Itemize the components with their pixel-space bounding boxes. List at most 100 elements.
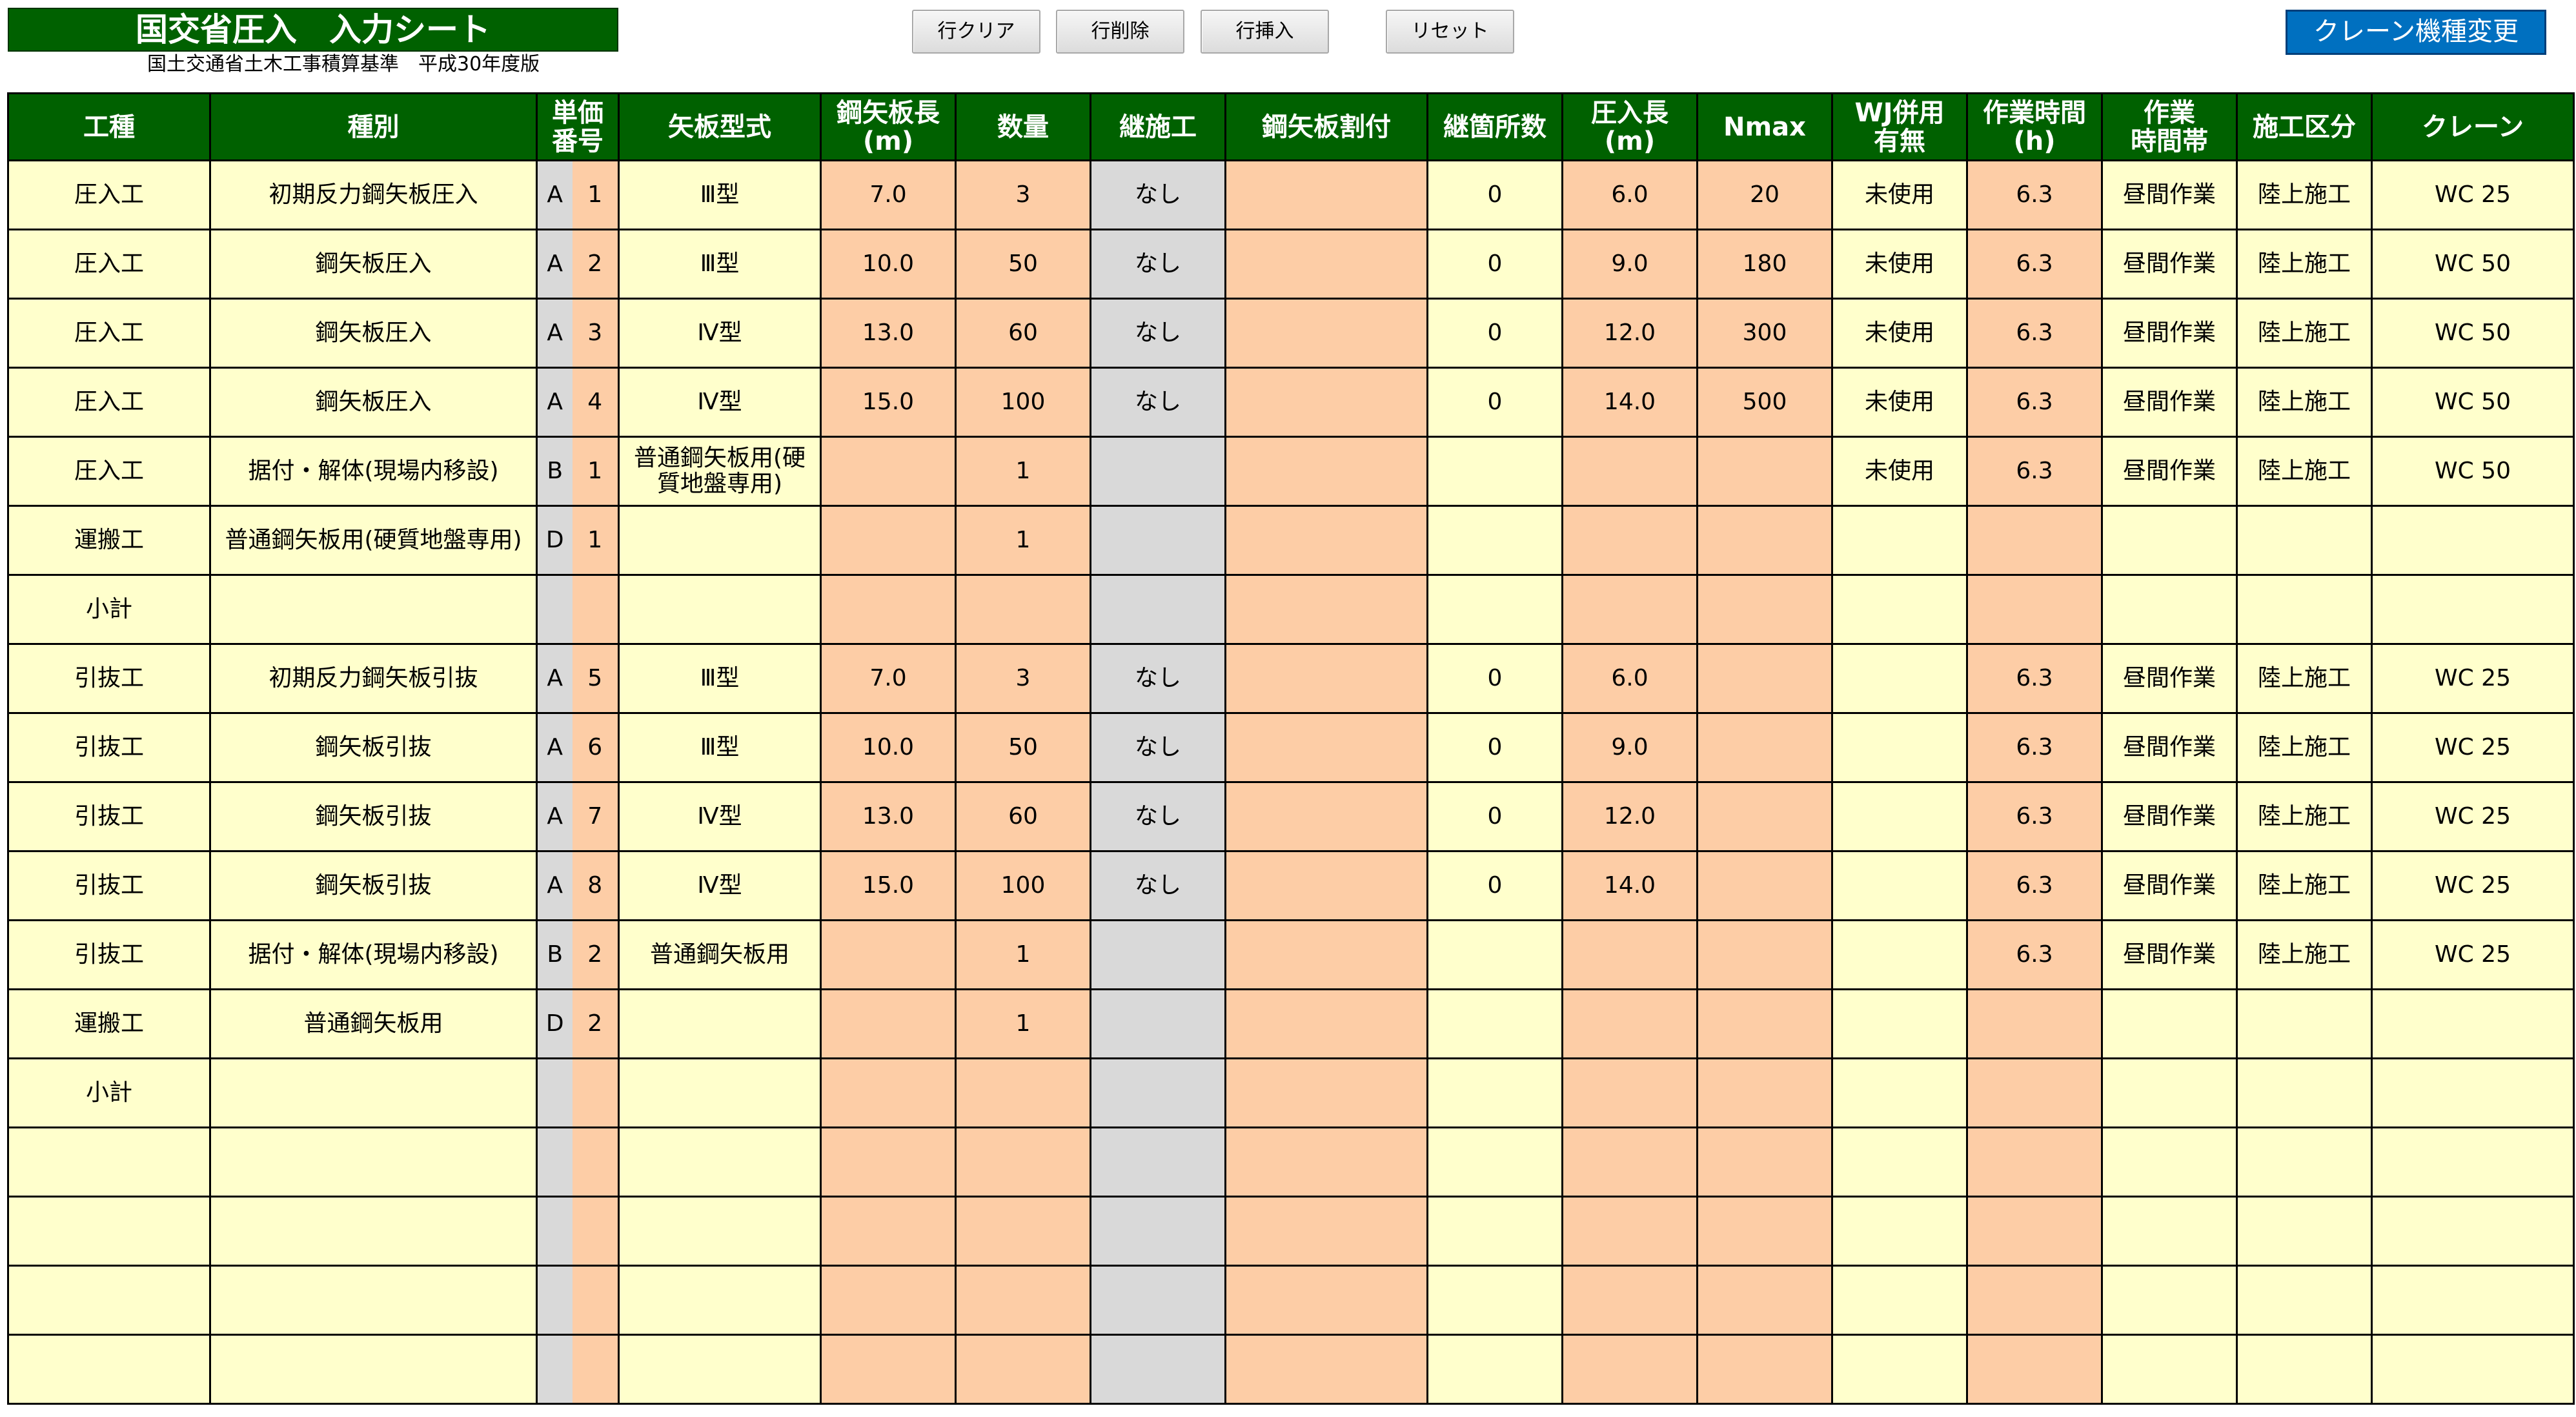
cell-waritsuke[interactable]: [1224, 643, 1428, 714]
cell-length[interactable]: [820, 1334, 957, 1405]
cell-shubetsu[interactable]: 鋼矢板圧入: [209, 367, 538, 438]
cell-kata[interactable]: [618, 574, 822, 645]
cell-waritsuke[interactable]: [1224, 1265, 1428, 1336]
cell-tsugi[interactable]: [1090, 1057, 1226, 1128]
cell-kasho[interactable]: 0: [1426, 712, 1563, 783]
cell-shubetsu[interactable]: 初期反力鋼矢板引抜: [209, 643, 538, 714]
cell-hours[interactable]: 6.3: [1966, 436, 2103, 507]
cell-wj[interactable]: 未使用: [1831, 436, 1968, 507]
cell-code-num[interactable]: 2: [572, 919, 620, 990]
crane-change-button[interactable]: クレーン機種変更: [2286, 10, 2546, 55]
cell-shubetsu[interactable]: 鋼矢板圧入: [209, 298, 538, 369]
cell-tsugi[interactable]: [1090, 1265, 1226, 1336]
cell-code-num[interactable]: [572, 574, 620, 645]
cell-qty[interactable]: 100: [955, 367, 1091, 438]
cell-nmax[interactable]: 20: [1696, 159, 1833, 230]
cell-jikantai[interactable]: 昼間作業: [2101, 436, 2238, 507]
cell-waritsuke[interactable]: [1224, 1196, 1428, 1267]
cell-kasho[interactable]: [1426, 505, 1563, 576]
cell-atsunyu[interactable]: [1561, 1265, 1698, 1336]
cell-waritsuke[interactable]: [1224, 436, 1428, 507]
cell-waritsuke[interactable]: [1224, 298, 1428, 369]
cell-crane[interactable]: WC 25: [2371, 712, 2575, 783]
cell-length[interactable]: [820, 574, 957, 645]
cell-kubun[interactable]: 陸上施工: [2236, 436, 2373, 507]
cell-atsunyu[interactable]: [1561, 988, 1698, 1059]
cell-code-num[interactable]: 1: [572, 505, 620, 576]
cell-koushu[interactable]: [7, 1334, 211, 1405]
cell-hours[interactable]: 6.3: [1966, 298, 2103, 369]
cell-tsugi[interactable]: なし: [1090, 298, 1226, 369]
cell-nmax[interactable]: [1696, 505, 1833, 576]
cell-code-num[interactable]: 6: [572, 712, 620, 783]
cell-code-letter[interactable]: A: [536, 643, 573, 714]
cell-kasho[interactable]: 0: [1426, 781, 1563, 852]
cell-kasho[interactable]: 0: [1426, 367, 1563, 438]
cell-code-num[interactable]: 1: [572, 436, 620, 507]
cell-kubun[interactable]: [2236, 1057, 2373, 1128]
cell-crane[interactable]: WC 25: [2371, 919, 2575, 990]
cell-shubetsu[interactable]: [209, 1265, 538, 1336]
cell-kata[interactable]: Ⅳ型: [618, 367, 822, 438]
cell-atsunyu[interactable]: [1561, 436, 1698, 507]
cell-tsugi[interactable]: [1090, 436, 1226, 507]
cell-waritsuke[interactable]: [1224, 574, 1428, 645]
cell-koushu[interactable]: 圧入工: [7, 298, 211, 369]
cell-crane[interactable]: [2371, 505, 2575, 576]
cell-waritsuke[interactable]: [1224, 712, 1428, 783]
cell-kasho[interactable]: [1426, 574, 1563, 645]
cell-atsunyu[interactable]: 6.0: [1561, 159, 1698, 230]
cell-nmax[interactable]: [1696, 574, 1833, 645]
cell-crane[interactable]: [2371, 988, 2575, 1059]
cell-nmax[interactable]: [1696, 988, 1833, 1059]
cell-wj[interactable]: [1831, 1265, 1968, 1336]
cell-waritsuke[interactable]: [1224, 919, 1428, 990]
cell-wj[interactable]: [1831, 781, 1968, 852]
cell-crane[interactable]: WC 25: [2371, 159, 2575, 230]
cell-code-num[interactable]: [572, 1196, 620, 1267]
cell-code-letter[interactable]: [536, 574, 573, 645]
cell-kata[interactable]: [618, 1126, 822, 1198]
cell-wj[interactable]: 未使用: [1831, 298, 1968, 369]
cell-kasho[interactable]: 0: [1426, 298, 1563, 369]
cell-waritsuke[interactable]: [1224, 1334, 1428, 1405]
cell-kasho[interactable]: [1426, 919, 1563, 990]
cell-koushu[interactable]: [7, 1126, 211, 1198]
cell-code-num[interactable]: [572, 1334, 620, 1405]
cell-hours[interactable]: 6.3: [1966, 159, 2103, 230]
cell-kasho[interactable]: [1426, 436, 1563, 507]
cell-code-letter[interactable]: [536, 1265, 573, 1336]
cell-qty[interactable]: [955, 1334, 1091, 1405]
cell-atsunyu[interactable]: 12.0: [1561, 298, 1698, 369]
cell-crane[interactable]: WC 50: [2371, 229, 2575, 300]
cell-kubun[interactable]: 陸上施工: [2236, 159, 2373, 230]
cell-jikantai[interactable]: [2101, 1265, 2238, 1336]
cell-shubetsu[interactable]: [209, 1126, 538, 1198]
cell-jikantai[interactable]: 昼間作業: [2101, 159, 2238, 230]
cell-jikantai[interactable]: [2101, 1057, 2238, 1128]
cell-atsunyu[interactable]: 9.0: [1561, 229, 1698, 300]
cell-shubetsu[interactable]: [209, 574, 538, 645]
cell-hours[interactable]: 6.3: [1966, 712, 2103, 783]
cell-tsugi[interactable]: なし: [1090, 643, 1226, 714]
cell-crane[interactable]: WC 50: [2371, 367, 2575, 438]
cell-kasho[interactable]: [1426, 988, 1563, 1059]
cell-code-letter[interactable]: A: [536, 712, 573, 783]
cell-length[interactable]: 10.0: [820, 229, 957, 300]
cell-length[interactable]: 15.0: [820, 850, 957, 921]
cell-kata[interactable]: Ⅲ型: [618, 229, 822, 300]
cell-hours[interactable]: [1966, 574, 2103, 645]
cell-kata[interactable]: [618, 1265, 822, 1336]
cell-crane[interactable]: WC 25: [2371, 781, 2575, 852]
cell-nmax[interactable]: [1696, 919, 1833, 990]
cell-hours[interactable]: 6.3: [1966, 850, 2103, 921]
cell-atsunyu[interactable]: [1561, 1334, 1698, 1405]
row-clear-button[interactable]: 行クリア: [912, 10, 1040, 54]
cell-hours[interactable]: [1966, 1126, 2103, 1198]
cell-hours[interactable]: [1966, 988, 2103, 1059]
cell-koushu[interactable]: 引抜工: [7, 712, 211, 783]
cell-koushu[interactable]: 運搬工: [7, 988, 211, 1059]
cell-length[interactable]: [820, 436, 957, 507]
cell-hours[interactable]: 6.3: [1966, 643, 2103, 714]
cell-length[interactable]: 7.0: [820, 643, 957, 714]
